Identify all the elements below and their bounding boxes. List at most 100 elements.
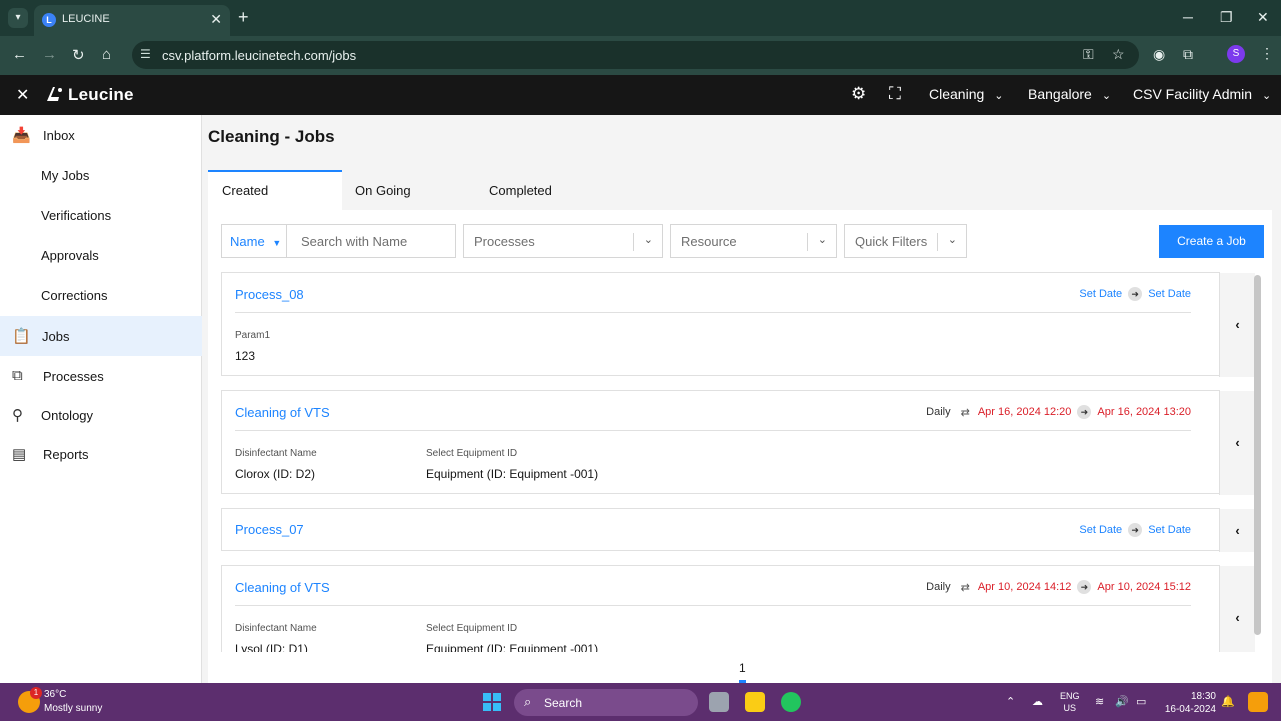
- facility-dropdown[interactable]: Bangalore ⌄: [1028, 86, 1111, 102]
- minimize-icon[interactable]: ─: [1183, 9, 1193, 25]
- sidebar-item-approvals[interactable]: Approvals: [0, 235, 202, 275]
- language-indicator[interactable]: ENG US: [1060, 690, 1080, 714]
- sidebar-item-label: Processes: [43, 369, 104, 384]
- clipboard-icon: 📋: [12, 328, 31, 345]
- sidebar-item-ontology[interactable]: ⚲ Ontology: [0, 395, 202, 435]
- extensions-puzzle-icon[interactable]: ⧉: [1183, 46, 1193, 63]
- property-label: Select Equipment ID: [426, 623, 518, 634]
- screenshot-extension-icon[interactable]: ◉: [1153, 46, 1165, 63]
- browser-tab[interactable]: L LEUCINE ✕: [34, 5, 230, 36]
- tab-created[interactable]: Created: [208, 170, 342, 210]
- leucine-favicon-icon: L: [42, 13, 56, 27]
- job-schedule[interactable]: Daily ⇄ Apr 10, 2024 14:12 ➜ Apr 10, 202…: [926, 580, 1191, 594]
- task-view-icon[interactable]: [709, 692, 729, 712]
- close-sidebar-icon[interactable]: ✕: [16, 85, 29, 105]
- expand-chevron-left-icon[interactable]: ‹: [1219, 509, 1255, 552]
- window-close-icon[interactable]: ✕: [1257, 9, 1269, 26]
- notification-bell-icon[interactable]: 🔔: [1221, 695, 1235, 708]
- battery-icon[interactable]: ▭: [1136, 695, 1146, 708]
- back-icon[interactable]: ←: [12, 46, 27, 63]
- scrollbar[interactable]: [1254, 275, 1261, 635]
- wifi-icon[interactable]: ≋: [1095, 695, 1104, 708]
- weather-badge: 1: [30, 687, 42, 699]
- chevron-down-icon: ⌄: [817, 234, 827, 246]
- end-date: Set Date: [1148, 288, 1191, 300]
- job-title-link[interactable]: Cleaning of VTS: [235, 580, 330, 595]
- taskbar-search-label: Search: [544, 696, 583, 710]
- site-info-icon[interactable]: ☰: [140, 47, 151, 61]
- bookmark-star-icon[interactable]: ☆: [1112, 46, 1125, 63]
- page-number[interactable]: 1: [739, 661, 746, 675]
- sidebar-item-inbox[interactable]: 📥 Inbox: [0, 115, 202, 155]
- job-title-link[interactable]: Cleaning of VTS: [235, 405, 330, 420]
- arrow-right-icon: ➜: [1077, 405, 1092, 419]
- volume-icon[interactable]: 🔊: [1115, 695, 1129, 708]
- weather-condition: Mostly sunny: [44, 703, 103, 714]
- sidebar-item-jobs[interactable]: 📋 Jobs: [0, 316, 202, 356]
- job-schedule[interactable]: Set Date ➜ Set Date: [1079, 523, 1191, 537]
- job-schedule[interactable]: Daily ⇄ Apr 16, 2024 12:20 ➜ Apr 16, 202…: [926, 405, 1191, 419]
- password-key-icon[interactable]: ⚿: [1083, 46, 1094, 63]
- settings-gear-icon[interactable]: ⚙: [851, 84, 866, 104]
- sidebar-item-reports[interactable]: ▤ Reports: [0, 434, 202, 474]
- reload-icon[interactable]: ↻: [72, 46, 85, 64]
- tab-completed[interactable]: Completed: [476, 170, 610, 210]
- windows-start-icon[interactable]: [483, 693, 501, 711]
- address-bar[interactable]: ☰ csv.platform.leucinetech.com/jobs ⚿ ☆: [132, 41, 1139, 69]
- property-value: Clorox (ID: D2): [235, 467, 316, 481]
- user-role-dropdown[interactable]: CSV Facility Admin ⌄: [1133, 86, 1271, 102]
- clock-date: 16-04-2024: [1164, 704, 1216, 715]
- taskbar-search[interactable]: ⌕ Search: [514, 689, 698, 716]
- sidebar-item-label: Ontology: [41, 408, 94, 423]
- forward-icon[interactable]: →: [42, 46, 57, 63]
- job-card: Process_08 Set Date ➜ Set Date Param1 12…: [221, 272, 1255, 377]
- sidebar-item-processes[interactable]: ⧉ Processes: [0, 356, 202, 396]
- name-filter-dropdown[interactable]: Name ▼: [221, 224, 287, 258]
- sidebar-item-label: Jobs: [42, 329, 70, 344]
- main-content: Cleaning - Jobs Created On Going Complet…: [202, 115, 1281, 683]
- browser-menu-icon[interactable]: ⋮: [1260, 45, 1274, 62]
- quick-filters-placeholder: Quick Filters: [855, 234, 928, 249]
- job-schedule[interactable]: Set Date ➜ Set Date: [1079, 287, 1191, 301]
- job-title-link[interactable]: Process_08: [235, 287, 304, 302]
- tab-search-chevron-icon[interactable]: ▾: [8, 8, 28, 28]
- url-text: csv.platform.leucinetech.com/jobs: [162, 48, 357, 63]
- home-icon[interactable]: ⌂: [102, 46, 111, 63]
- start-date: Apr 10, 2024 14:12: [977, 581, 1072, 593]
- resource-placeholder: Resource: [681, 234, 737, 249]
- resource-select[interactable]: Resource ⌄: [670, 224, 837, 258]
- tab-on-going[interactable]: On Going: [342, 170, 476, 210]
- sidebar-item-my-jobs[interactable]: My Jobs: [0, 155, 202, 195]
- job-title-link[interactable]: Process_07: [235, 522, 304, 537]
- chrome-icon[interactable]: [781, 692, 801, 712]
- property-value: 123: [235, 349, 256, 363]
- quick-filters-select[interactable]: Quick Filters ⌄: [844, 224, 967, 258]
- property-label: Select Equipment ID: [426, 448, 518, 459]
- tab-close-icon[interactable]: ✕: [210, 11, 222, 28]
- maximize-icon[interactable]: ❐: [1220, 9, 1233, 26]
- create-job-button[interactable]: Create a Job: [1159, 225, 1264, 258]
- onedrive-cloud-icon[interactable]: ☁: [1032, 695, 1043, 708]
- property-label: Disinfectant Name: [235, 623, 317, 634]
- processes-select[interactable]: Processes ⌄: [463, 224, 663, 258]
- scan-qr-icon[interactable]: ⛶: [889, 84, 901, 104]
- tray-chevron-up-icon[interactable]: ⌃: [1006, 695, 1015, 708]
- clock[interactable]: 18:30 16-04-2024: [1162, 690, 1216, 716]
- property-label: Param1: [235, 330, 271, 341]
- name-filter-label: Name: [230, 234, 265, 249]
- os-taskbar: 1 36°C Mostly sunny ⌕ Search ⌃ ☁ ENG US …: [0, 683, 1281, 721]
- sidebar-item-verifications[interactable]: Verifications: [0, 195, 202, 235]
- sidebar-item-corrections[interactable]: Corrections: [0, 275, 202, 315]
- profile-avatar[interactable]: S: [1227, 45, 1245, 63]
- sidebar-item-label: Verifications: [41, 208, 112, 223]
- processes-icon: ⧉: [12, 367, 23, 384]
- copilot-icon[interactable]: [1248, 692, 1268, 712]
- file-explorer-icon[interactable]: [745, 692, 765, 712]
- use-case-dropdown[interactable]: Cleaning ⌄: [929, 86, 1003, 102]
- expand-chevron-left-icon[interactable]: ‹: [1219, 273, 1255, 377]
- chevron-down-icon: ⌄: [947, 234, 957, 246]
- expand-chevron-left-icon[interactable]: ‹: [1219, 391, 1255, 495]
- new-tab-icon[interactable]: +: [238, 7, 249, 28]
- search-input[interactable]: Search with Name: [287, 224, 456, 258]
- inbox-icon: 📥: [12, 127, 31, 144]
